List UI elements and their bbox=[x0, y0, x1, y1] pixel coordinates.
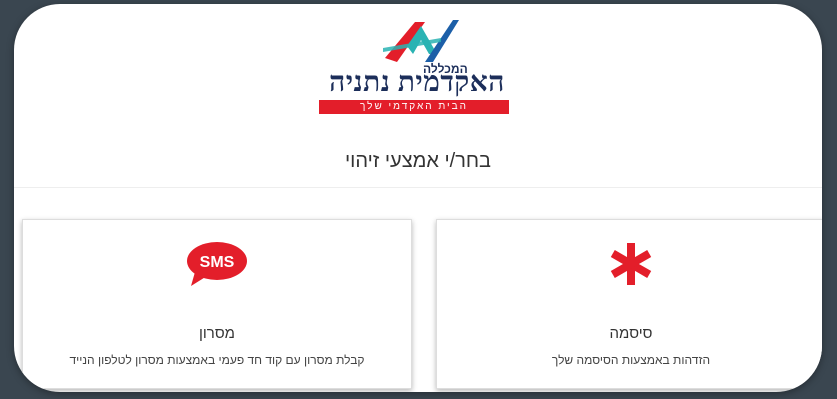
divider bbox=[14, 187, 822, 188]
password-option-card[interactable]: סיסמה הזדהות באמצעות הסיסמה שלך bbox=[436, 219, 822, 389]
login-panel: המכללה האקדמית נתניה הבית האקדמי שלך בחר… bbox=[14, 4, 822, 392]
logo-mark-icon bbox=[383, 20, 459, 62]
sms-option-description: קבלת מסרון עם קוד חד פעמי באמצעות מסרון … bbox=[69, 353, 365, 367]
college-logo: המכללה האקדמית נתניה הבית האקדמי שלך bbox=[319, 12, 519, 116]
password-icon-wrap bbox=[437, 240, 822, 288]
password-option-description: הזדהות באמצעות הסיסמה שלך bbox=[551, 353, 711, 367]
password-option-title: סיסמה bbox=[609, 325, 653, 342]
logo-tagline: הבית האקדמי שלך bbox=[319, 100, 509, 114]
sms-icon-wrap: SMS bbox=[23, 240, 411, 288]
page-background: המכללה האקדמית נתניה הבית האקדמי שלך בחר… bbox=[0, 0, 837, 399]
asterisk-icon bbox=[610, 243, 652, 285]
logo-main-text: האקדמית נתניה bbox=[329, 67, 505, 98]
sms-option-card[interactable]: SMS מסרון קבלת מסרון עם קוד חד פעמי באמצ… bbox=[22, 219, 412, 389]
page-title: בחר/י אמצעי זיהוי bbox=[344, 150, 492, 172]
sms-option-title: מסרון bbox=[199, 325, 235, 342]
sms-icon-text: SMS bbox=[200, 254, 235, 271]
sms-bubble-icon: SMS bbox=[187, 242, 247, 286]
